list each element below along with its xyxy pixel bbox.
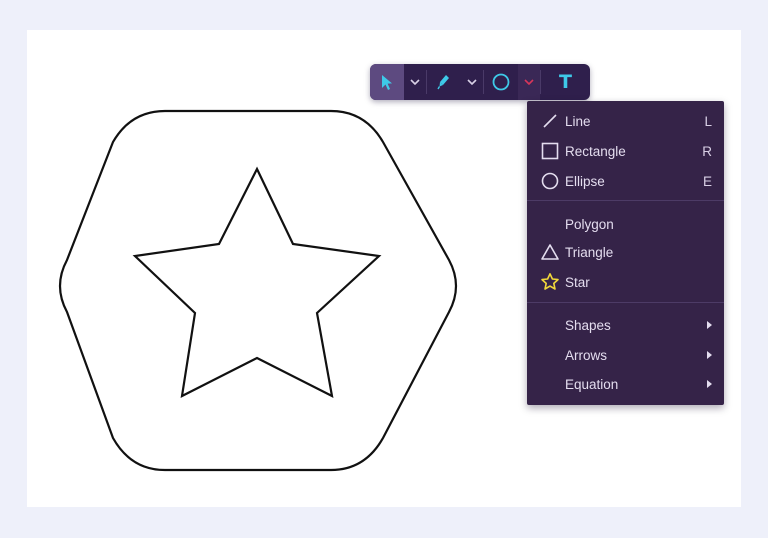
menu-item-label: Line — [565, 113, 591, 129]
submenu-arrow-icon — [707, 351, 712, 359]
pen-icon — [437, 75, 449, 90]
menu-item-label: Rectangle — [565, 143, 626, 159]
chevron-down-icon — [410, 79, 420, 85]
drawing-toolbar: T — [370, 64, 590, 100]
menu-item-label: Polygon — [565, 216, 614, 232]
shortcut-key: R — [702, 143, 712, 159]
menu-item-polygon[interactable]: Polygon — [527, 211, 724, 237]
shape-tool-dropdown[interactable] — [518, 64, 540, 100]
square-icon — [540, 141, 560, 161]
text-icon: T — [559, 71, 572, 93]
select-tool-button[interactable] — [370, 64, 404, 100]
menu-item-label: Ellipse — [565, 173, 605, 189]
menu-item-triangle[interactable]: Triangle — [527, 239, 724, 265]
star-icon — [540, 272, 560, 292]
menu-divider — [527, 200, 724, 201]
shortcut-key: E — [702, 173, 712, 189]
menu-item-rectangle[interactable]: Rectangle R — [527, 138, 724, 164]
menu-item-arrows[interactable]: Arrows — [527, 342, 724, 368]
menu-item-label: Star — [565, 274, 590, 290]
select-tool-dropdown[interactable] — [404, 64, 426, 100]
cursor-arrow-icon — [382, 75, 392, 90]
circle-icon — [492, 73, 510, 91]
shortcut-key: L — [704, 113, 712, 129]
menu-item-line[interactable]: Line L — [527, 108, 724, 134]
circle-icon — [540, 171, 560, 191]
line-icon — [540, 111, 560, 131]
text-tool-button[interactable]: T — [541, 64, 590, 100]
pen-tool-button[interactable] — [427, 64, 461, 100]
menu-item-shapes[interactable]: Shapes — [527, 312, 724, 338]
triangle-icon — [540, 242, 560, 262]
chevron-down-icon — [467, 79, 477, 85]
chevron-down-icon — [524, 79, 534, 85]
menu-item-equation[interactable]: Equation — [527, 371, 724, 397]
menu-item-label: Equation — [565, 376, 619, 392]
pen-tool-dropdown[interactable] — [461, 64, 483, 100]
shape-tool-button[interactable] — [484, 64, 518, 100]
shape-menu: Line L Rectangle R Ellipse E Polygon Tri… — [527, 101, 724, 405]
menu-item-star[interactable]: Star — [527, 269, 724, 295]
menu-item-label: Arrows — [565, 347, 608, 363]
menu-divider — [527, 302, 724, 303]
menu-item-label: Triangle — [565, 244, 614, 260]
submenu-arrow-icon — [707, 321, 712, 329]
menu-item-label: Shapes — [565, 317, 611, 333]
submenu-arrow-icon — [707, 380, 712, 388]
menu-item-ellipse[interactable]: Ellipse E — [527, 168, 724, 194]
